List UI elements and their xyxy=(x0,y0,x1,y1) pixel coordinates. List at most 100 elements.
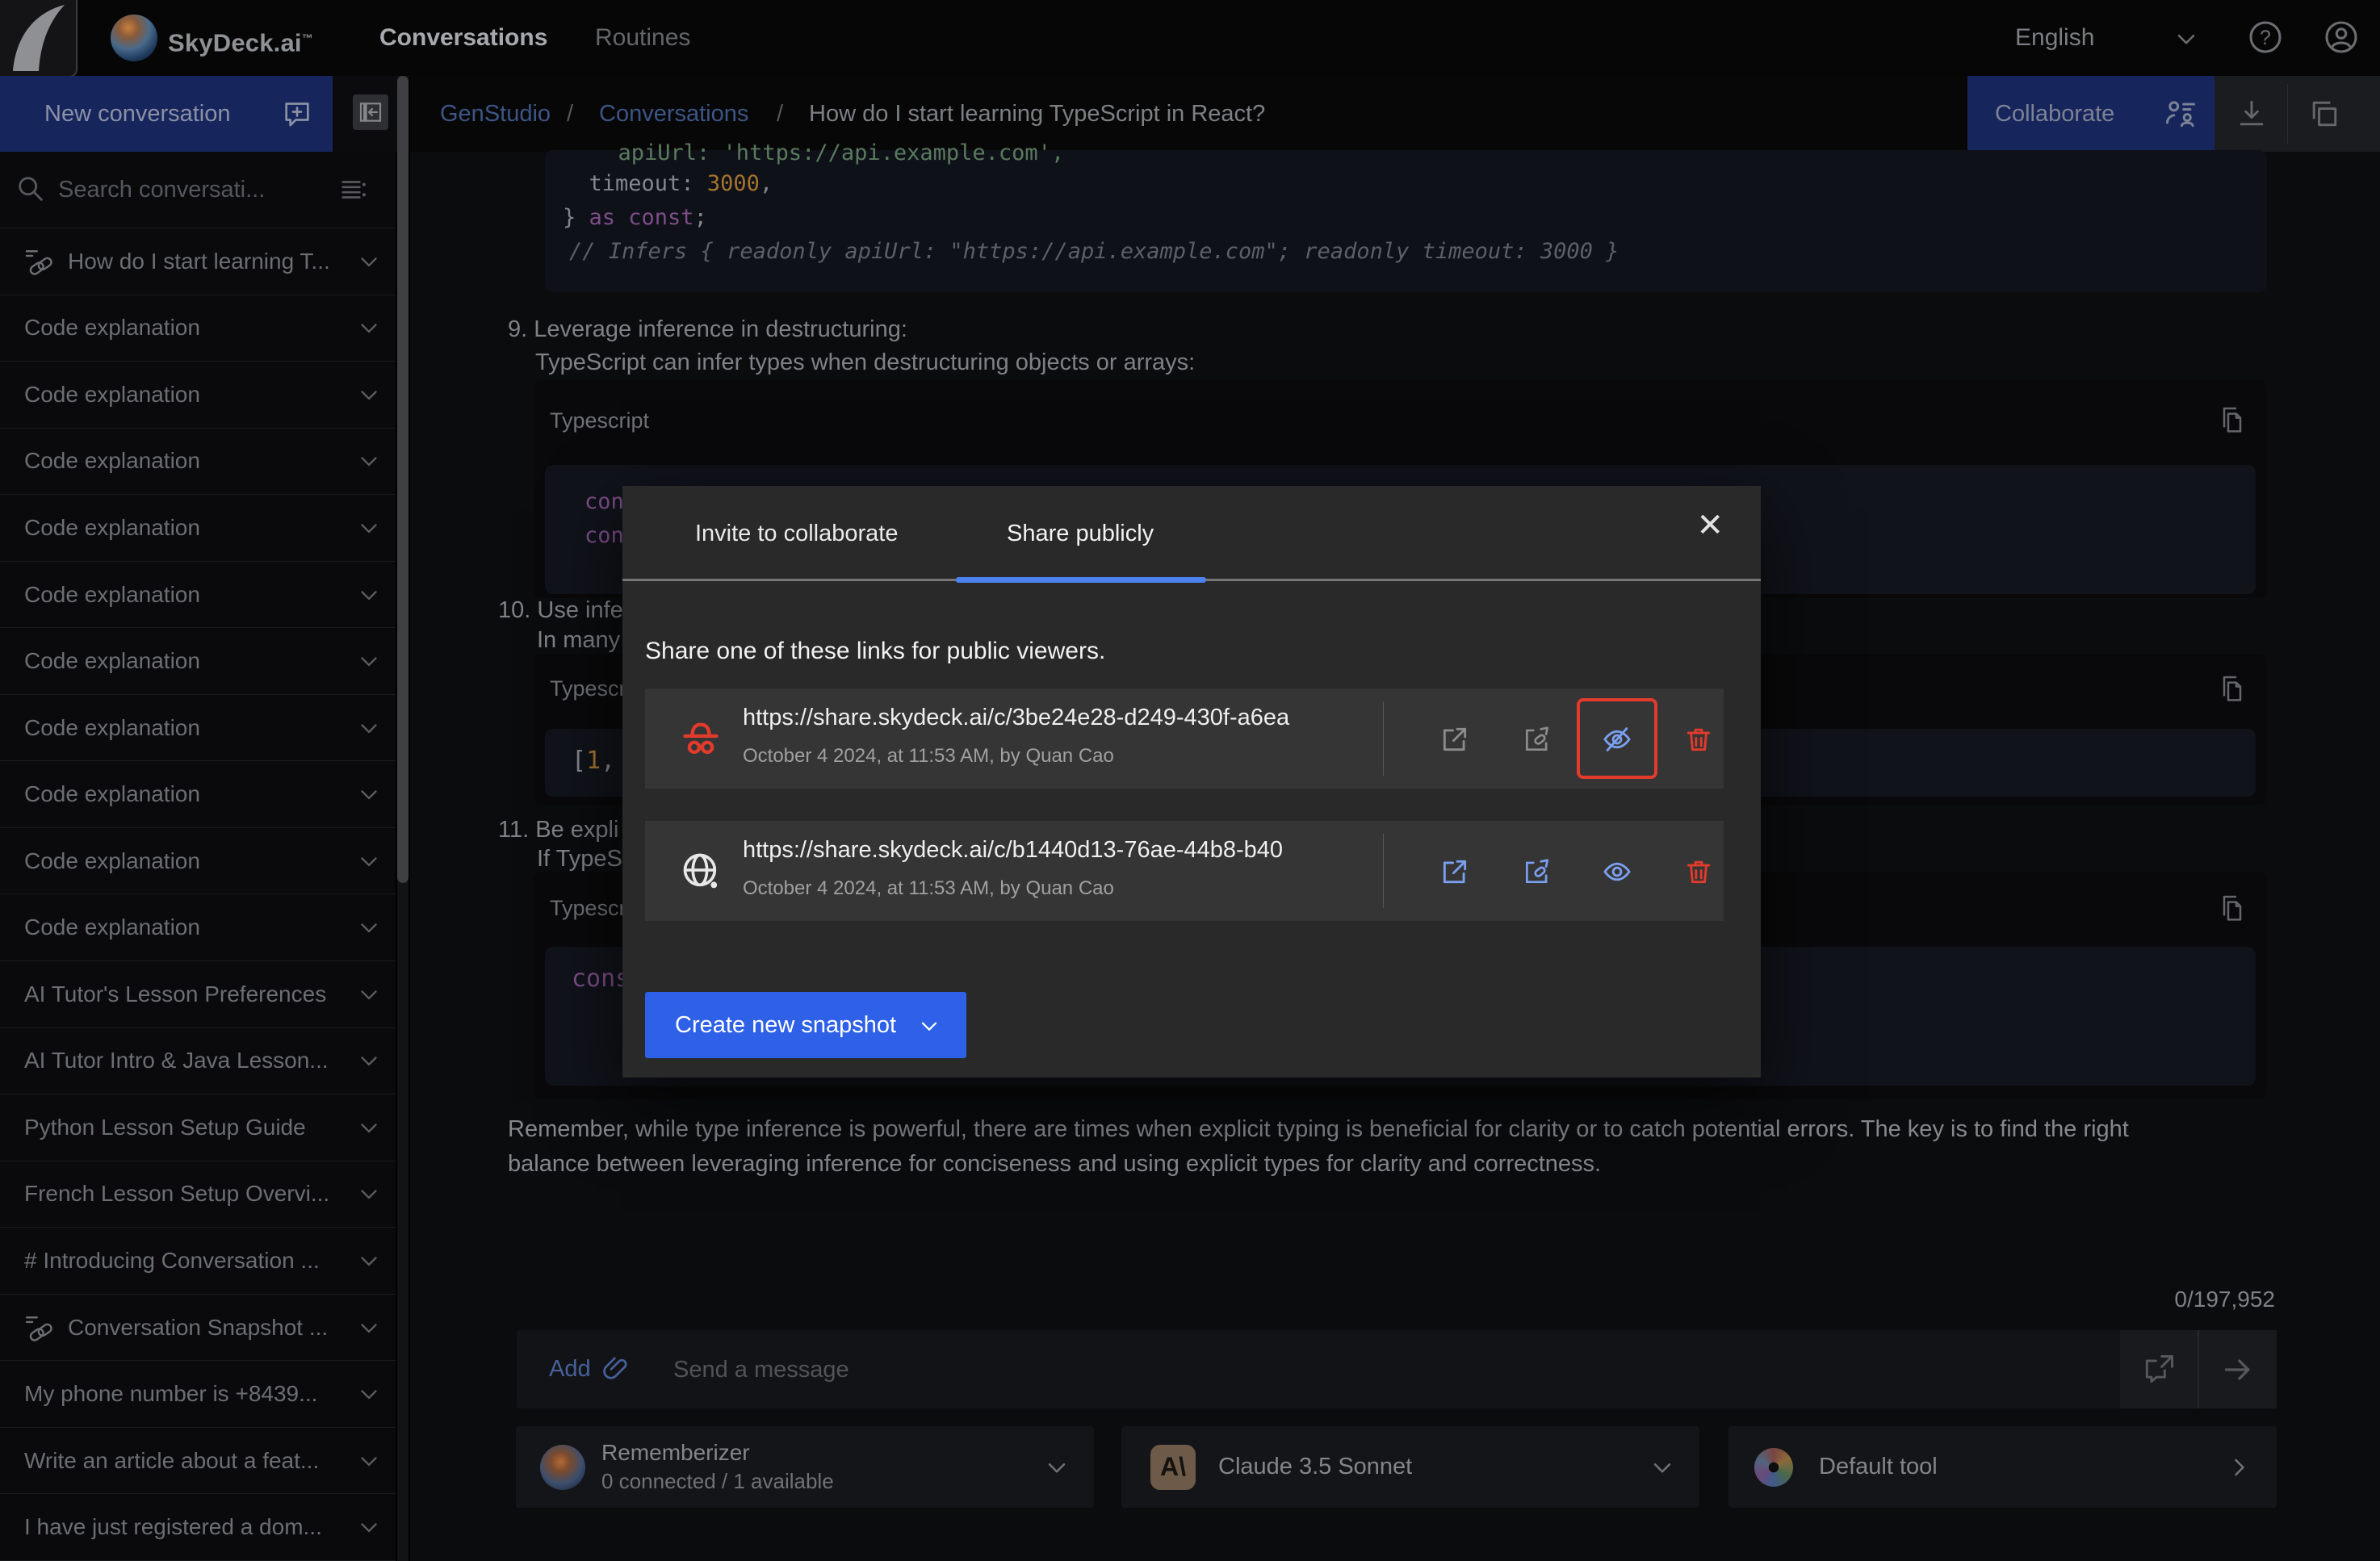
chevron-down-icon[interactable] xyxy=(355,1447,383,1475)
chevron-down-icon[interactable] xyxy=(355,314,383,341)
copy-conversation-icon[interactable] xyxy=(2307,96,2342,132)
collaborate-button[interactable]: Collaborate xyxy=(1967,76,2214,152)
list-item-9-title: 9. Leverage inference in destructuring: xyxy=(508,316,907,343)
filter-icon[interactable] xyxy=(339,174,370,205)
chevron-down-icon[interactable] xyxy=(355,1314,383,1341)
sidebar-item-conversation[interactable]: # Introducing Conversation ... xyxy=(0,1228,396,1295)
chevron-down-icon[interactable] xyxy=(1042,1453,1071,1482)
sidebar-item-label: Conversation Snapshot ... xyxy=(68,1315,355,1341)
paperclip-icon[interactable] xyxy=(601,1354,631,1384)
send-to-new-chat-button[interactable] xyxy=(2120,1330,2199,1408)
sidebar-item-conversation[interactable]: Code explanation xyxy=(0,761,396,828)
chevron-down-icon[interactable] xyxy=(355,780,383,808)
sidebar-item-conversation[interactable]: Code explanation xyxy=(0,894,396,961)
card-title: Rememberizer xyxy=(601,1440,834,1466)
sidebar-item-conversation[interactable]: Code explanation xyxy=(0,429,396,496)
chevron-down-icon[interactable] xyxy=(355,1180,383,1207)
nav-tab-conversations[interactable]: Conversations xyxy=(379,0,547,76)
chevron-down-icon[interactable] xyxy=(355,248,383,275)
copy-code-icon[interactable] xyxy=(2216,891,2248,927)
sidebar-item-conversation[interactable]: Code explanation xyxy=(0,362,396,429)
new-conversation-button[interactable]: New conversation xyxy=(0,76,333,152)
sidebar-item-conversation[interactable]: Code explanation xyxy=(0,495,396,562)
chevron-down-icon[interactable] xyxy=(1648,1453,1677,1482)
model-selector-card[interactable]: A\ Claude 3.5 Sonnet xyxy=(1121,1426,1699,1508)
chevron-down-icon[interactable] xyxy=(355,381,383,408)
chevron-down-icon[interactable] xyxy=(355,1513,383,1541)
chat-export-icon xyxy=(2141,1352,2177,1387)
collaborate-label: Collaborate xyxy=(1995,76,2114,152)
help-icon[interactable] xyxy=(2247,19,2284,56)
sail-logo-tile[interactable] xyxy=(0,0,78,77)
chevron-down-icon[interactable] xyxy=(2172,24,2201,53)
copy-link-icon[interactable] xyxy=(1522,856,1552,887)
add-attachment-button[interactable]: Add xyxy=(549,1330,591,1408)
rememberizer-card[interactable]: Rememberizer 0 connected / 1 available xyxy=(516,1426,1094,1508)
sidebar-item-conversation[interactable]: Python Lesson Setup Guide xyxy=(0,1094,396,1161)
message-input[interactable] xyxy=(672,1330,1886,1410)
search-input[interactable]: Search conversati... xyxy=(58,152,325,228)
chevron-right-icon[interactable] xyxy=(2225,1453,2254,1482)
sidebar-item-conversation[interactable]: French Lesson Setup Overvi... xyxy=(0,1161,396,1228)
skydeck-logo-icon xyxy=(111,15,157,61)
nav-tab-routines[interactable]: Routines xyxy=(595,0,690,76)
language-selector[interactable]: English xyxy=(2015,0,2094,76)
copy-code-icon[interactable] xyxy=(2216,672,2248,707)
eye-icon[interactable] xyxy=(1602,856,1632,887)
copy-code-icon[interactable] xyxy=(2216,403,2248,438)
chevron-down-icon xyxy=(916,1013,942,1039)
sidebar-item-label: I have just registered a dom... xyxy=(24,1514,355,1540)
chevron-down-icon[interactable] xyxy=(355,581,383,609)
sidebar-item-conversation[interactable]: Code explanation xyxy=(0,562,396,629)
download-icon[interactable] xyxy=(2234,96,2269,132)
chevron-down-icon[interactable] xyxy=(355,1247,383,1274)
tool-selector-card[interactable]: Default tool xyxy=(1728,1426,2277,1508)
sidebar-scrollbar-thumb[interactable] xyxy=(397,76,409,883)
conversation-search[interactable]: Search conversati... xyxy=(0,152,396,228)
delete-link-icon[interactable] xyxy=(1683,856,1714,887)
sidebar-item-conversation[interactable]: My phone number is +8439... xyxy=(0,1361,396,1428)
chevron-down-icon[interactable] xyxy=(355,514,383,542)
account-icon[interactable] xyxy=(2323,19,2360,56)
chevron-down-icon[interactable] xyxy=(355,914,383,941)
sidebar-item-conversation[interactable]: I have just registered a dom... xyxy=(0,1494,396,1561)
code-line: timeout: 3000, xyxy=(563,171,773,196)
sidebar-collapse-icon[interactable] xyxy=(353,94,388,130)
chevron-down-icon[interactable] xyxy=(355,1047,383,1074)
sidebar-item-conversation[interactable]: How do I start learning T... xyxy=(0,228,396,295)
chevron-down-icon[interactable] xyxy=(355,647,383,675)
share-link-url[interactable]: https://share.skydeck.ai/c/3be24e28-d249… xyxy=(743,705,1371,731)
chevron-down-icon[interactable] xyxy=(355,981,383,1008)
eye-slash-icon[interactable] xyxy=(1602,724,1632,755)
sidebar-item-conversation[interactable]: Code explanation xyxy=(0,295,396,362)
chevron-down-icon[interactable] xyxy=(355,447,383,475)
anthropic-logo: A\ xyxy=(1150,1445,1196,1490)
sidebar-item-conversation[interactable]: Code explanation xyxy=(0,695,396,762)
tab-share-publicly[interactable]: Share publicly xyxy=(1007,486,1154,581)
chevron-down-icon[interactable] xyxy=(355,847,383,875)
sidebar-item-conversation[interactable]: AI Tutor's Lesson Preferences xyxy=(0,961,396,1028)
sidebar-item-label: My phone number is +8439... xyxy=(24,1381,355,1407)
chevron-down-icon[interactable] xyxy=(355,1114,383,1141)
open-link-icon[interactable] xyxy=(1439,856,1470,887)
sidebar-item-conversation[interactable]: Write an article about a feat... xyxy=(0,1428,396,1495)
chevron-down-icon[interactable] xyxy=(355,1380,383,1408)
list-item-10-title: 10. Use infe xyxy=(498,597,623,624)
tab-invite-to-collaborate[interactable]: Invite to collaborate xyxy=(695,486,898,581)
send-button[interactable] xyxy=(2199,1330,2277,1408)
open-link-icon[interactable] xyxy=(1439,724,1470,755)
copy-link-icon[interactable] xyxy=(1522,724,1552,755)
delete-link-icon[interactable] xyxy=(1683,724,1714,755)
toolbar-divider xyxy=(2287,84,2288,144)
sidebar-item-label: AI Tutor Intro & Java Lesson... xyxy=(24,1048,355,1073)
sidebar-item-conversation[interactable]: Conversation Snapshot ... xyxy=(0,1295,396,1362)
breadcrumb-genstudio[interactable]: GenStudio xyxy=(440,76,551,152)
chevron-down-icon[interactable] xyxy=(355,714,383,742)
code-line: [1, xyxy=(572,747,615,775)
sidebar-item-conversation[interactable]: Code explanation xyxy=(0,628,396,695)
share-link-url[interactable]: https://share.skydeck.ai/c/b1440d13-76ae… xyxy=(743,837,1371,864)
sidebar-item-conversation[interactable]: AI Tutor Intro & Java Lesson... xyxy=(0,1028,396,1095)
close-icon[interactable]: ✕ xyxy=(1696,507,1724,544)
sidebar-item-conversation[interactable]: Code explanation xyxy=(0,828,396,895)
create-new-snapshot-button[interactable]: Create new snapshot xyxy=(645,992,966,1058)
